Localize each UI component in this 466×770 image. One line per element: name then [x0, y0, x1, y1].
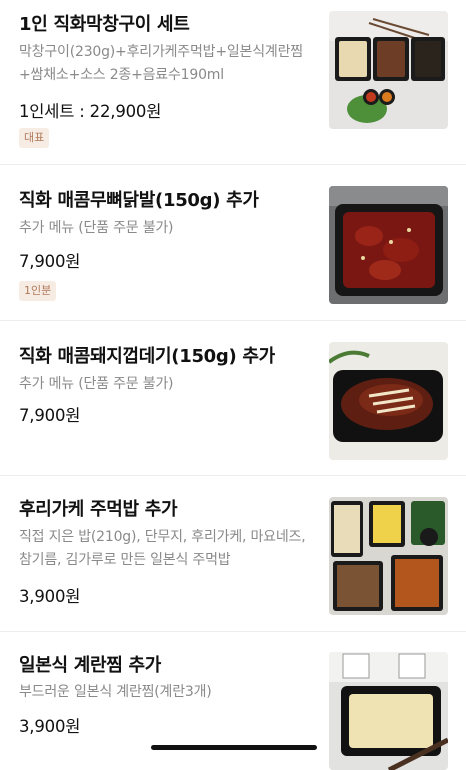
menu-item-chicken-feet[interactable]: 직화 매콤무뼈닭발(150g) 추가 추가 메뉴 (단품 주문 불가) 7,90…: [0, 165, 466, 321]
item-description: 추가 메뉴 (단품 주문 불가): [19, 376, 174, 392]
spicy-pork-skin-photo-icon[interactable]: [329, 342, 448, 460]
makchang-set-photo-icon[interactable]: [329, 11, 448, 129]
item-title: 1인 직화막창구이 세트: [19, 14, 190, 35]
menu-item-rice-ball[interactable]: 후리가케 주먹밥 추가 직접 지은 밥(210g), 단무지, 후리가케, 마요…: [0, 476, 466, 632]
item-badge: 대표: [19, 128, 50, 148]
menu-item-pork-skin[interactable]: 직화 매콤돼지껍데기(150g) 추가 추가 메뉴 (단품 주문 불가) 7,9…: [0, 321, 466, 476]
item-title: 직화 매콤돼지껍데기(150g) 추가: [19, 346, 275, 367]
item-title: 직화 매콤무뼈닭발(150g) 추가: [19, 190, 259, 211]
item-price: 7,900원: [19, 406, 81, 425]
item-price: 3,900원: [19, 587, 81, 606]
item-title: 일본식 계란찜 추가: [19, 655, 162, 676]
menu-item-makchang-set[interactable]: 1인 직화막창구이 세트 막창구이(230g)+후리가케주먹밥+일본식계란찜+쌈…: [0, 0, 466, 165]
item-price: 3,900원: [19, 717, 81, 736]
item-description: 직접 지은 밥(210g), 단무지, 후리가케, 마요네즈, 참기름, 김가루…: [19, 529, 306, 568]
item-description: 막창구이(230g)+후리가케주먹밥+일본식계란찜+쌈채소+소스 2종+음료수1…: [19, 44, 303, 83]
spicy-chicken-feet-photo-icon[interactable]: [329, 186, 448, 304]
item-title: 후리가케 주먹밥 추가: [19, 499, 178, 520]
item-badge: 1인분: [19, 281, 57, 301]
menu-item-steamed-egg[interactable]: 일본식 계란찜 추가 부드러운 일본식 계란찜(계란3개) 3,900원: [0, 632, 466, 770]
home-indicator[interactable]: [151, 745, 317, 750]
item-description: 부드러운 일본식 계란찜(계란3개): [19, 684, 212, 700]
rice-ball-photo-icon[interactable]: [329, 497, 448, 615]
item-price: 1인세트 : 22,900원: [19, 102, 162, 121]
item-description: 추가 메뉴 (단품 주문 불가): [19, 220, 174, 236]
steamed-egg-photo-icon[interactable]: [329, 652, 448, 770]
item-price: 7,900원: [19, 252, 81, 271]
